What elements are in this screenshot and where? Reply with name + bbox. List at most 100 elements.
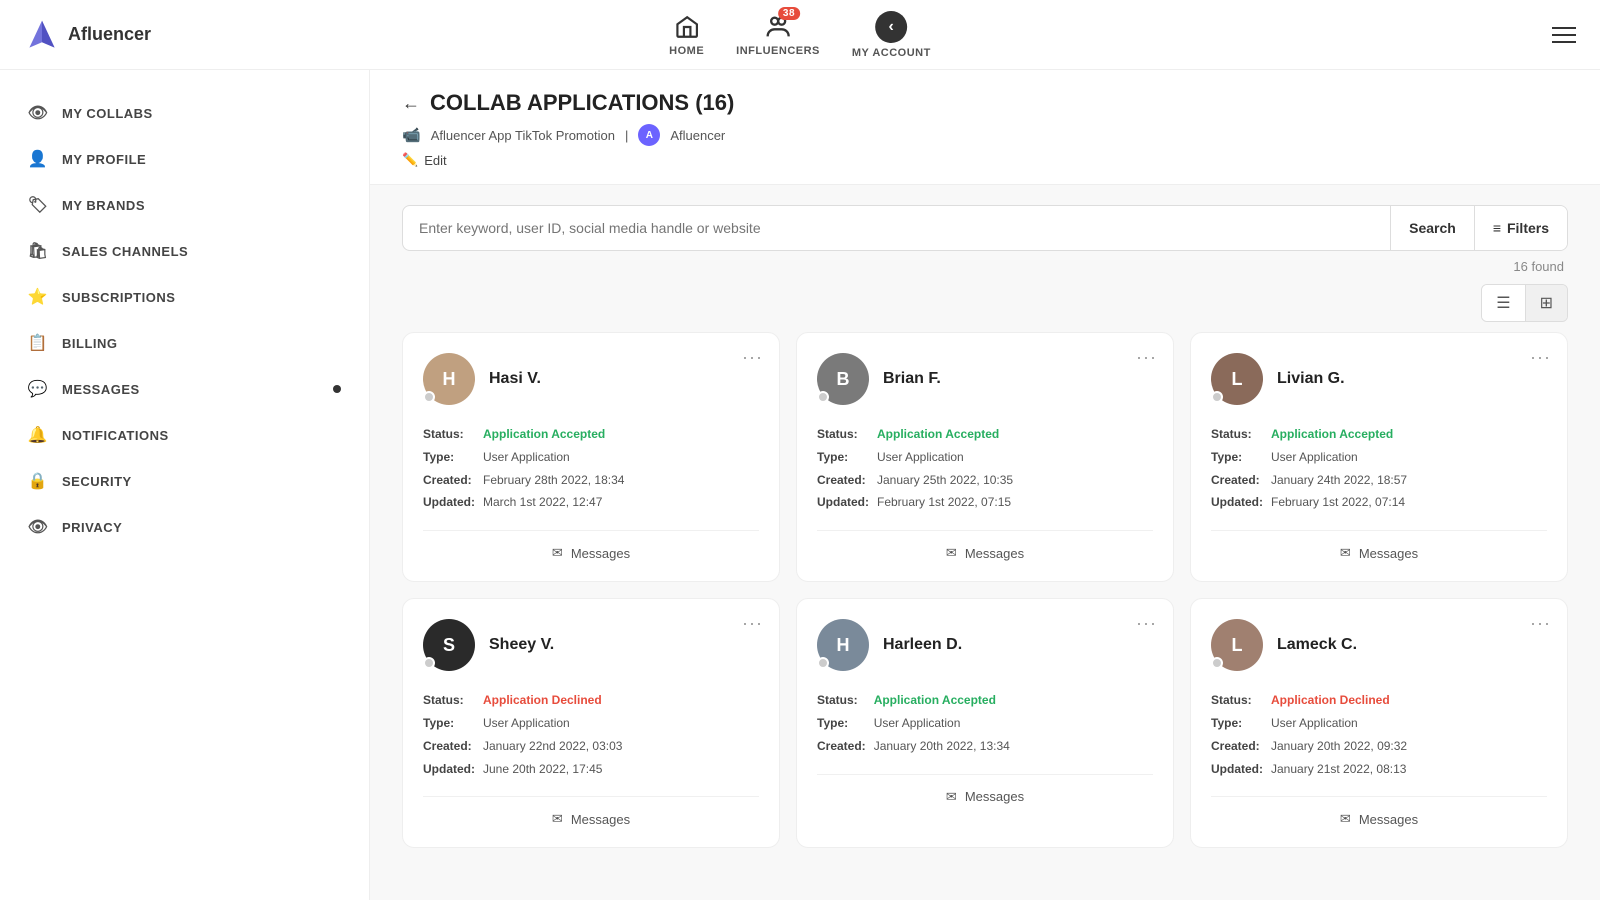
hamburger-menu[interactable] xyxy=(1552,27,1576,43)
grid-view-button[interactable]: ⊞ xyxy=(1526,285,1567,321)
sidebar-item-billing[interactable]: 📋 BILLING xyxy=(0,320,369,366)
messages-button[interactable]: ✉ Messages xyxy=(817,530,1153,561)
card-info: Status: Application Accepted Type: User … xyxy=(817,689,1153,757)
messages-label: Messages xyxy=(965,789,1024,804)
card-header: H Harleen D. xyxy=(817,619,1153,671)
created-label: Created: xyxy=(423,735,483,758)
search-button[interactable]: Search xyxy=(1390,206,1474,250)
messages-label: Messages xyxy=(965,546,1024,561)
sidebar-item-my-profile[interactable]: 👤 MY PROFILE xyxy=(0,136,369,182)
created-label: Created: xyxy=(817,469,877,492)
avatar-wrap: S xyxy=(423,619,475,671)
status-dot xyxy=(1211,391,1223,403)
sidebar-item-security[interactable]: 🔒 SECURITY xyxy=(0,458,369,504)
sidebar-label-privacy: PRIVACY xyxy=(62,520,122,535)
privacy-icon: 👁 xyxy=(28,517,48,537)
profile-icon: 👤 xyxy=(28,149,48,169)
back-button[interactable]: ‹ xyxy=(875,11,907,43)
card-name: Harleen D. xyxy=(883,636,962,654)
nav-influencers[interactable]: 38 INFLUENCERS xyxy=(736,13,820,57)
updated-label: Updated: xyxy=(423,758,483,781)
sidebar-item-sales-channels[interactable]: 🛍 SALES CHANNELS xyxy=(0,228,369,274)
card-name: Hasi V. xyxy=(489,370,541,388)
type-value: User Application xyxy=(1271,712,1407,735)
messages-label: Messages xyxy=(571,546,630,561)
card-menu-button[interactable]: ··· xyxy=(1530,347,1551,368)
card-menu-button[interactable]: ··· xyxy=(1136,613,1157,634)
messages-button[interactable]: ✉ Messages xyxy=(423,796,759,827)
sidebar-label-notifications: NOTIFICATIONS xyxy=(62,428,169,443)
sidebar-item-my-collabs[interactable]: 👁 MY COLLABS xyxy=(0,90,369,136)
message-icon: 💬 xyxy=(28,379,48,399)
card-header: B Brian F. xyxy=(817,353,1153,405)
content-header: ← COLLAB APPLICATIONS (16) 📹 Afluencer A… xyxy=(370,70,1600,185)
sidebar-item-privacy[interactable]: 👁 PRIVACY xyxy=(0,504,369,550)
sales-icon: 🛍 xyxy=(28,241,48,261)
nav-my-account[interactable]: ‹ MY ACCOUNT xyxy=(852,11,931,59)
list-view-button[interactable]: ☰ xyxy=(1482,285,1525,321)
updated-value: March 1st 2022, 12:47 xyxy=(483,491,624,514)
status-value: Application Accepted xyxy=(877,423,1013,446)
type-value: User Application xyxy=(877,446,1013,469)
created-value: February 28th 2022, 18:34 xyxy=(483,469,624,492)
edit-row[interactable]: ✏️ Edit xyxy=(402,152,1568,168)
back-row: ← COLLAB APPLICATIONS (16) xyxy=(402,90,1568,116)
avatar-wrap: H xyxy=(817,619,869,671)
back-arrow-button[interactable]: ← xyxy=(402,93,420,114)
home-icon xyxy=(673,13,701,41)
card-menu-button[interactable]: ··· xyxy=(1530,613,1551,634)
messages-button[interactable]: ✉ Messages xyxy=(1211,530,1547,561)
nav-home[interactable]: HOME xyxy=(669,13,704,57)
created-value: January 25th 2022, 10:35 xyxy=(877,469,1013,492)
messages-label: Messages xyxy=(571,812,630,827)
messages-button[interactable]: ✉ Messages xyxy=(423,530,759,561)
type-label: Type: xyxy=(423,712,483,735)
card-menu-button[interactable]: ··· xyxy=(742,347,763,368)
list-icon: ☰ xyxy=(1496,293,1510,313)
card-menu-button[interactable]: ··· xyxy=(1136,347,1157,368)
status-value: Application Accepted xyxy=(874,689,1010,712)
status-dot xyxy=(423,391,435,403)
sidebar-item-messages[interactable]: 💬 MESSAGES xyxy=(0,366,369,412)
sidebar: 👁 MY COLLABS 👤 MY PROFILE 🏷 MY BRANDS 🛍 … xyxy=(0,70,370,900)
card-menu-button[interactable]: ··· xyxy=(742,613,763,634)
sidebar-label-security: SECURITY xyxy=(62,474,132,489)
updated-value: January 21st 2022, 08:13 xyxy=(1271,758,1407,781)
envelope-icon: ✉ xyxy=(552,545,563,561)
found-count: 16 found xyxy=(402,259,1568,274)
created-value: January 24th 2022, 18:57 xyxy=(1271,469,1407,492)
messages-button[interactable]: ✉ Messages xyxy=(1211,796,1547,827)
messages-button[interactable]: ✉ Messages xyxy=(817,774,1153,805)
sidebar-item-subscriptions[interactable]: ⭐ SUBSCRIPTIONS xyxy=(0,274,369,320)
application-card: ··· L Livian G. Status: Application Acce… xyxy=(1190,332,1568,582)
card-info: Status: Application Accepted Type: User … xyxy=(817,423,1153,514)
envelope-icon: ✉ xyxy=(946,789,957,805)
page-title: COLLAB APPLICATIONS (16) xyxy=(430,90,734,116)
sidebar-item-my-brands[interactable]: 🏷 MY BRANDS xyxy=(0,182,369,228)
logo[interactable]: Afluencer xyxy=(24,17,151,53)
card-info: Status: Application Declined Type: User … xyxy=(423,689,759,780)
status-label: Status: xyxy=(423,423,483,446)
sidebar-label-my-profile: MY PROFILE xyxy=(62,152,146,167)
card-info: Status: Application Declined Type: User … xyxy=(1211,689,1547,780)
search-input[interactable] xyxy=(419,206,1390,250)
bell-icon: 🔔 xyxy=(28,425,48,445)
influencers-label: INFLUENCERS xyxy=(736,45,820,57)
eye-icon: 👁 xyxy=(28,103,48,123)
envelope-icon: ✉ xyxy=(1340,545,1351,561)
grid-icon: ⊞ xyxy=(1540,293,1553,313)
card-name: Brian F. xyxy=(883,370,941,388)
type-label: Type: xyxy=(1211,446,1271,469)
filters-button[interactable]: ≡ Filters xyxy=(1474,206,1567,250)
card-header: H Hasi V. xyxy=(423,353,759,405)
status-label: Status: xyxy=(423,689,483,712)
sidebar-item-notifications[interactable]: 🔔 NOTIFICATIONS xyxy=(0,412,369,458)
nav-center: HOME 38 INFLUENCERS ‹ MY ACCOUNT xyxy=(669,11,931,59)
type-label: Type: xyxy=(1211,712,1271,735)
sidebar-label-sales-channels: SALES CHANNELS xyxy=(62,244,188,259)
edit-label: Edit xyxy=(424,153,446,168)
status-label: Status: xyxy=(1211,423,1271,446)
type-value: User Application xyxy=(1271,446,1407,469)
back-arrow-icon: ‹ xyxy=(888,18,894,36)
avatar-wrap: B xyxy=(817,353,869,405)
